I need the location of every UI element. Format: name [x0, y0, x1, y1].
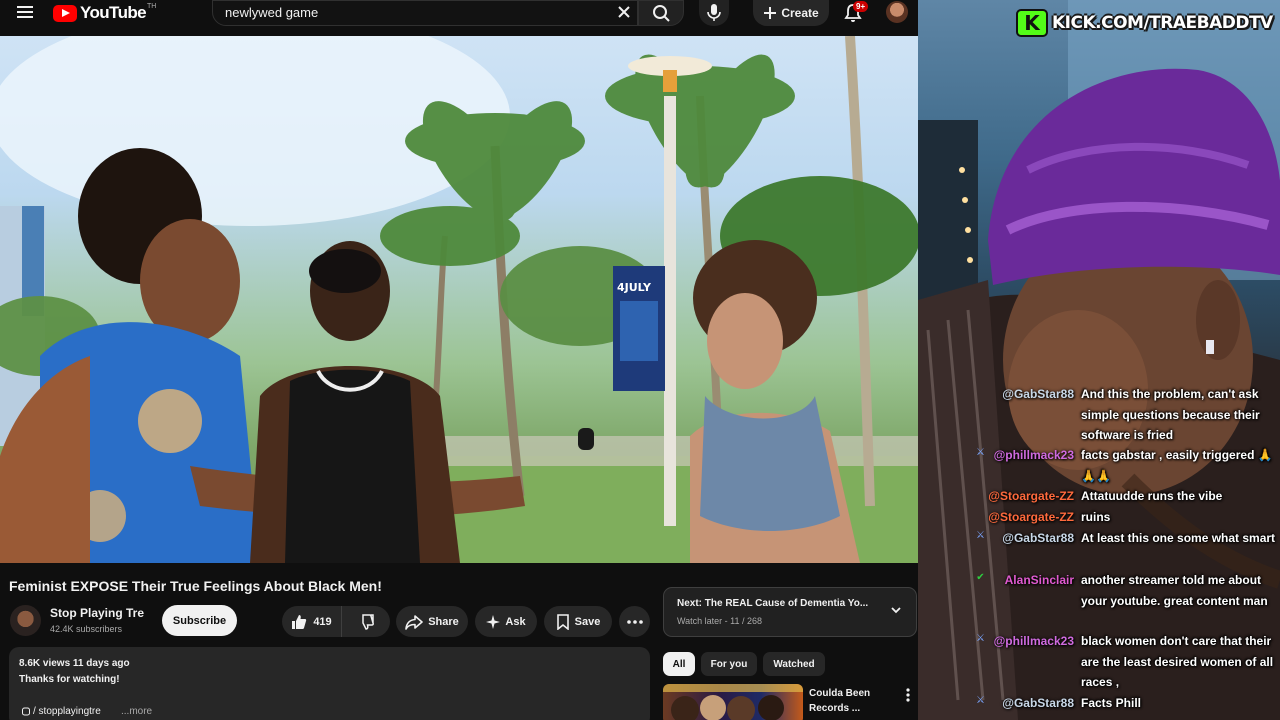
description-social-link[interactable]: / stopplayingtre	[33, 706, 101, 717]
search-input[interactable]: newlywed game	[212, 0, 638, 26]
menu-icon[interactable]	[17, 6, 35, 20]
notification-count-badge: 9+	[853, 1, 869, 12]
more-vertical-icon[interactable]	[904, 688, 912, 702]
youtube-topbar: YouTube TH newlywed game Create 9+	[0, 0, 918, 36]
chip-all[interactable]: All	[663, 652, 695, 676]
ask-button[interactable]: Ask	[475, 606, 537, 637]
subscribe-button[interactable]: Subscribe	[162, 605, 237, 636]
recommendation-thumbnail[interactable]	[663, 684, 803, 720]
account-avatar[interactable]	[886, 1, 908, 23]
share-icon	[405, 614, 424, 630]
save-button[interactable]: Save	[544, 606, 612, 637]
video-frame-illustration: 4JULY	[0, 36, 918, 563]
sparkle-icon	[486, 614, 501, 629]
channel-avatar[interactable]	[10, 605, 41, 636]
channel-subscriber-count: 42.4K subscribers	[50, 624, 123, 634]
create-label: Create	[781, 6, 819, 20]
like-dislike-group: 419	[282, 606, 390, 637]
save-label: Save	[574, 615, 601, 628]
search-icon	[653, 5, 670, 22]
instagram-icon	[22, 707, 30, 716]
create-button[interactable]: Create	[753, 0, 829, 26]
like-button[interactable]: 419	[282, 606, 342, 637]
kick-channel-url: KICK.COM/TRAEBADDTV	[1052, 13, 1273, 33]
webcam-scene	[918, 0, 1280, 720]
thumbs-down-icon	[362, 613, 374, 630]
youtube-country-code: TH	[147, 2, 157, 10]
playlist-position: Watch later - 11 / 268	[677, 616, 763, 626]
playlist-next-panel[interactable]: Next: The REAL Cause of Dementia Yo... W…	[663, 587, 917, 637]
chip-for-you[interactable]: For you	[701, 652, 757, 676]
video-player[interactable]: 4JULY	[0, 36, 918, 563]
plus-icon	[764, 7, 777, 19]
description-box[interactable]: 8.6K views 11 days ago Thanks for watchi…	[9, 647, 650, 720]
dislike-button[interactable]	[342, 606, 390, 637]
voice-search-button[interactable]	[699, 0, 729, 26]
youtube-logo-icon	[53, 4, 77, 22]
description-text: Thanks for watching!	[19, 674, 120, 685]
share-button[interactable]: Share	[396, 606, 468, 637]
search-button[interactable]	[638, 0, 684, 26]
view-count-and-date: 8.6K views 11 days ago	[19, 658, 130, 669]
search-query: newlywed game	[225, 5, 319, 20]
channel-name[interactable]: Stop Playing Tre	[50, 606, 144, 620]
video-banner-text: 4JULY	[617, 281, 652, 294]
more-actions-button[interactable]	[619, 606, 650, 637]
streamer-webcam	[918, 0, 1280, 720]
kick-logo-icon: K	[1016, 9, 1048, 37]
video-title: Feminist EXPOSE Their True Feelings Abou…	[9, 578, 382, 594]
youtube-logo[interactable]: YouTube TH	[53, 3, 156, 23]
thumbs-up-icon	[292, 614, 307, 629]
chevron-down-icon[interactable]	[890, 604, 902, 616]
next-video-title: Next: The REAL Cause of Dementia Yo...	[677, 598, 869, 609]
youtube-logo-text: YouTube	[80, 3, 147, 22]
youtube-window: YouTube TH newlywed game Create 9+ 4JULY…	[0, 0, 918, 720]
chip-watched[interactable]: Watched	[763, 652, 825, 676]
ask-label: Ask	[505, 615, 526, 628]
close-icon[interactable]	[615, 3, 633, 21]
screen: YouTube TH newlywed game Create 9+ 4JULY…	[0, 0, 1280, 720]
recommendation-thumbnail-art	[663, 684, 803, 720]
share-label: Share	[428, 615, 459, 628]
show-more-link[interactable]: ...more	[121, 706, 152, 717]
like-count: 419	[313, 615, 332, 628]
microphone-icon	[707, 4, 721, 21]
recommendation-title[interactable]: Coulda Been Records ...	[809, 686, 901, 716]
bookmark-icon	[556, 613, 569, 630]
kick-channel-banner: K KICK.COM/TRAEBADDTV	[1016, 9, 1273, 37]
more-horizontal-icon	[626, 619, 643, 624]
